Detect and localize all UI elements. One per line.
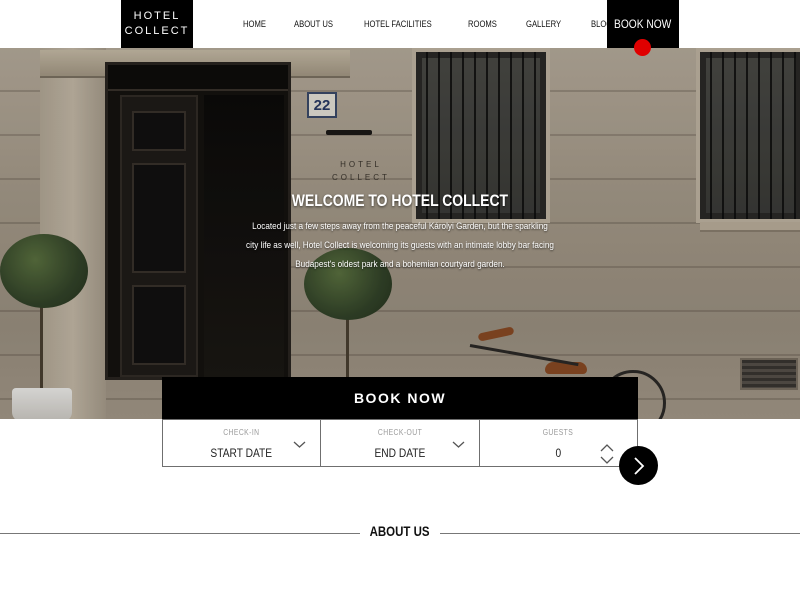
- check-in-field[interactable]: CHECK-IN START DATE: [163, 420, 322, 466]
- book-now-button[interactable]: BOOK NOW: [162, 377, 638, 419]
- logo-line-2: COLLECT: [124, 25, 190, 37]
- check-out-label-text: CHECK-OUT: [377, 428, 423, 437]
- chevron-down-icon[interactable]: [293, 438, 306, 451]
- nav-about-us[interactable]: ABOUT US: [294, 19, 333, 29]
- search-availability-button[interactable]: [619, 446, 658, 485]
- nav-gallery[interactable]: GALLERY: [526, 19, 561, 29]
- check-in-value-text: START DATE: [210, 446, 273, 460]
- check-in-label: CHECK-IN: [163, 428, 320, 437]
- guests-stepper-icon[interactable]: [599, 443, 615, 465]
- guests-field[interactable]: GUESTS 0: [480, 420, 637, 466]
- hero-description-text: Located just a few steps away from the p…: [246, 221, 554, 270]
- check-in-label-text: CHECK-IN: [223, 428, 260, 437]
- divider-line: [0, 533, 360, 534]
- hero-title-text: WELCOME TO HOTEL COLLECT: [291, 191, 509, 210]
- about-title-text: ABOUT US: [370, 523, 430, 539]
- nav-rooms[interactable]: ROOMS: [468, 19, 497, 29]
- chevron-right-icon: [633, 456, 644, 475]
- booking-form: CHECK-IN START DATE CHECK-OUT END DATE G…: [162, 419, 638, 467]
- hero-description: Located just a few steps away from the p…: [220, 217, 580, 274]
- book-now-label: BOOK NOW: [353, 390, 447, 406]
- divider-line: [440, 533, 800, 534]
- hotel-logo[interactable]: HOTEL COLLECT: [121, 0, 193, 48]
- check-out-field[interactable]: CHECK-OUT END DATE: [321, 420, 480, 466]
- chevron-down-icon[interactable]: [452, 438, 465, 451]
- guests-label: GUESTS: [480, 428, 637, 437]
- check-out-label: CHECK-OUT: [321, 428, 478, 437]
- guests-label-text: GUESTS: [543, 428, 574, 437]
- nav-home[interactable]: HOME: [243, 19, 266, 29]
- about-title: ABOUT US: [360, 523, 440, 539]
- notification-dot: [634, 39, 651, 56]
- hero-title: WELCOME TO HOTEL COLLECT: [0, 191, 800, 211]
- about-section-heading: ABOUT US: [0, 520, 800, 544]
- guests-value-text: 0: [555, 446, 562, 460]
- site-header: HOTEL COLLECT HOME ABOUT US HOTEL FACILI…: [0, 0, 800, 48]
- main-nav: HOME ABOUT US HOTEL FACILITIES ROOMS GAL…: [243, 0, 640, 48]
- check-out-value-text: END DATE: [374, 446, 426, 460]
- nav-hotel-facilities[interactable]: HOTEL FACILITIES: [364, 19, 432, 29]
- logo-line-1: HOTEL: [133, 10, 181, 22]
- book-now-header-label: BOOK NOW: [614, 17, 672, 31]
